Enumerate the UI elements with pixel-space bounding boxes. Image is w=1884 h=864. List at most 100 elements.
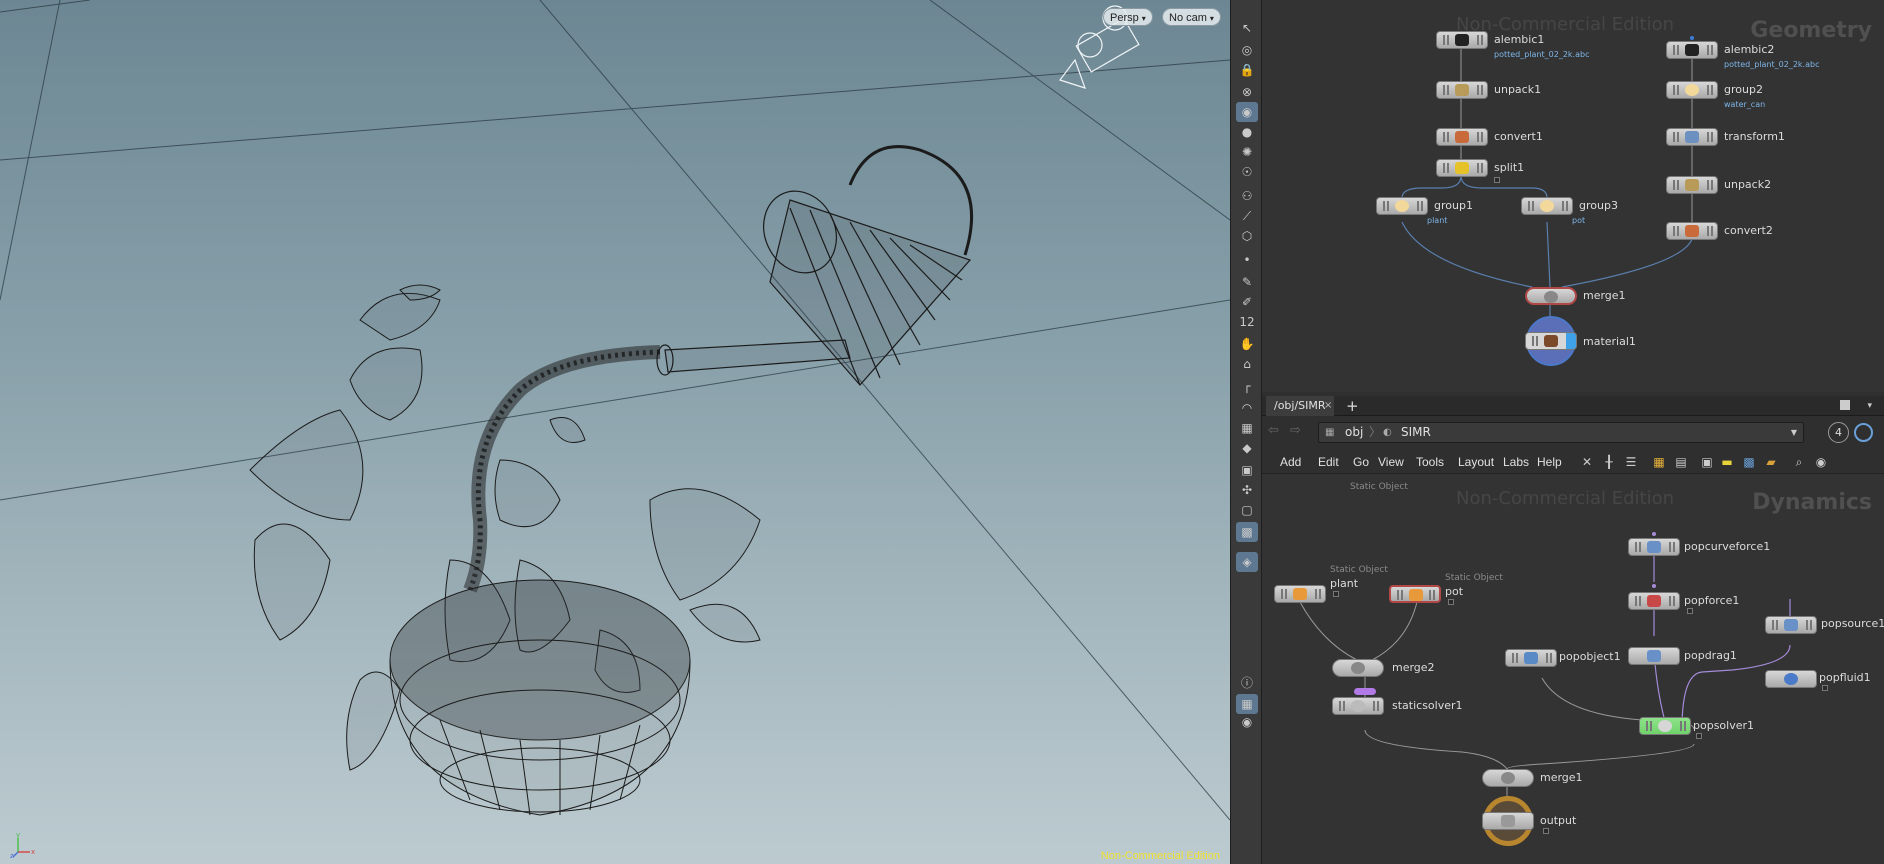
pane-menu-icon[interactable]: ▾ — [1867, 396, 1872, 416]
geometry-network-pane[interactable]: Non-Commercial Edition Geometry alembic1… — [1262, 0, 1884, 392]
node-group3[interactable] — [1521, 197, 1573, 215]
node-popsource1[interactable] — [1765, 616, 1817, 634]
node-popsolver1[interactable] — [1639, 717, 1691, 735]
search-icon[interactable]: ⌕ — [1792, 455, 1806, 469]
wrench-icon[interactable]: ✕ — [1580, 455, 1594, 469]
grid-icon[interactable]: ▦ — [1652, 455, 1666, 469]
pin-number-badge[interactable]: 4 — [1828, 422, 1849, 443]
render-icon[interactable]: ▩ — [1236, 522, 1258, 542]
chevron-down-icon: ▾ — [1141, 14, 1146, 23]
info-icon[interactable]: ⓘ — [1236, 672, 1258, 692]
pin-icon[interactable]: ◈ — [1236, 552, 1258, 572]
fluid-icon — [1784, 673, 1798, 685]
view-icon[interactable]: ◎ — [1236, 40, 1258, 60]
eye-icon[interactable]: ◉ — [1814, 455, 1828, 469]
node-staticsolver1[interactable] — [1332, 697, 1384, 715]
add-tab-icon[interactable]: + — [1346, 396, 1359, 416]
light-icon[interactable]: ● — [1236, 122, 1258, 142]
node-label-unpack1: unpack1 — [1494, 83, 1542, 96]
breadcrumb-simr[interactable]: SIMR — [1401, 423, 1431, 442]
close-tab-icon[interactable]: × — [1324, 396, 1332, 416]
node-unpack2[interactable] — [1666, 176, 1718, 194]
scene-viewport[interactable]: Persp ▾ No cam ▾ y x z Non-Commercial Edit… — [0, 0, 1230, 864]
sticky-note-icon[interactable]: ▬ — [1720, 455, 1734, 469]
node-group1[interactable] — [1376, 197, 1428, 215]
select-icon[interactable]: ↖ — [1236, 18, 1258, 38]
forward-arrow-icon[interactable]: ⇨ — [1290, 423, 1301, 438]
breadcrumb-obj[interactable]: obj — [1345, 423, 1363, 442]
node-unpack1[interactable] — [1436, 81, 1488, 99]
stamp-icon[interactable]: ⌂ — [1236, 354, 1258, 374]
node-merge1-dop[interactable] — [1482, 769, 1534, 787]
image-icon[interactable]: ▣ — [1700, 455, 1714, 469]
node-label-popsource1: popsource1 — [1821, 617, 1884, 630]
node-group2[interactable] — [1666, 81, 1718, 99]
node-pot[interactable] — [1389, 585, 1441, 603]
node-output[interactable] — [1482, 812, 1534, 830]
node-merge1[interactable] — [1525, 287, 1577, 305]
axis-gizmo-icon: y x z — [10, 832, 35, 858]
layout-icon[interactable]: ▦ — [1236, 694, 1258, 714]
table-icon[interactable]: ▤ — [1674, 455, 1688, 469]
node-merge2[interactable] — [1332, 659, 1384, 677]
knife-icon[interactable]: ✎ — [1236, 272, 1258, 292]
breadcrumb-separator-icon: 〉 — [1369, 425, 1382, 439]
persp-menu-button[interactable]: Persp ▾ — [1103, 8, 1153, 26]
grid-icon[interactable]: ▦ — [1236, 418, 1258, 438]
lattice-icon[interactable]: ◆ — [1236, 438, 1258, 458]
network-path-field[interactable]: ▦ obj 〉 ◐ SIMR ▼ — [1318, 422, 1804, 443]
palette-icon[interactable]: ▰ — [1764, 455, 1778, 469]
eye-icon[interactable]: ◉ — [1236, 712, 1258, 732]
menu-go[interactable]: Go — [1353, 450, 1369, 474]
node-split1[interactable] — [1436, 159, 1488, 177]
background-image-icon[interactable]: ▩ — [1742, 455, 1756, 469]
image-icon[interactable]: ▣ — [1236, 460, 1258, 480]
camera-menu-button[interactable]: No cam ▾ — [1162, 8, 1221, 26]
dynamics-network-pane[interactable]: Non-Commercial Edition Dynamics Static O… — [1262, 474, 1884, 864]
menu-layout[interactable]: Layout — [1458, 450, 1494, 474]
node-popfluid1[interactable] — [1765, 670, 1817, 688]
cube-icon[interactable]: ⬡ — [1236, 226, 1258, 246]
pane-options-icon[interactable] — [1840, 400, 1850, 410]
number-icon[interactable]: 12 — [1236, 312, 1258, 332]
tree-icon[interactable]: ╂ — [1602, 455, 1616, 469]
link-icon[interactable] — [1854, 423, 1873, 442]
menu-edit[interactable]: Edit — [1318, 450, 1339, 474]
dot-icon[interactable]: • — [1236, 250, 1258, 270]
transform-icon — [1685, 131, 1699, 143]
node-transform1[interactable] — [1666, 128, 1718, 146]
menu-labs[interactable]: Labs — [1503, 450, 1529, 474]
handle-icon[interactable]: ⚇ — [1236, 186, 1258, 206]
menu-add[interactable]: Add — [1280, 450, 1301, 474]
node-convert1[interactable] — [1436, 128, 1488, 146]
node-popobject1[interactable] — [1505, 649, 1557, 667]
node-material1[interactable] — [1525, 332, 1577, 350]
node-popcurveforce1[interactable] — [1628, 538, 1680, 556]
snap-icon[interactable]: ⊗ — [1236, 82, 1258, 102]
pose-icon[interactable]: ☉ — [1236, 162, 1258, 182]
node-popforce1[interactable] — [1628, 592, 1680, 610]
node-plant[interactable] — [1274, 585, 1326, 603]
pen-icon[interactable]: ✐ — [1236, 292, 1258, 312]
lock-icon[interactable]: 🔒 — [1236, 60, 1258, 80]
ruler-icon[interactable]: ┌ — [1236, 376, 1258, 396]
node-alembic2[interactable] — [1666, 41, 1718, 59]
pivot-icon[interactable]: ✣ — [1236, 480, 1258, 500]
node-convert2[interactable] — [1666, 222, 1718, 240]
light2-icon[interactable]: ✺ — [1236, 142, 1258, 162]
static-object-icon — [1409, 589, 1423, 601]
node-popdrag1[interactable] — [1628, 647, 1680, 665]
node-alembic1[interactable] — [1436, 31, 1488, 49]
menu-tools[interactable]: Tools — [1416, 450, 1444, 474]
menu-help[interactable]: Help — [1537, 450, 1562, 474]
persp-label: Persp — [1110, 12, 1139, 24]
list-icon[interactable]: ☰ — [1624, 455, 1638, 469]
angle-icon[interactable]: ◠ — [1236, 398, 1258, 418]
back-arrow-icon[interactable]: ⇦ — [1268, 423, 1279, 438]
camera-icon[interactable]: ◉ — [1236, 102, 1258, 122]
menu-view[interactable]: View — [1378, 450, 1404, 474]
paint-icon[interactable]: ✋ — [1236, 334, 1258, 354]
brush-icon[interactable]: ⟋ — [1236, 206, 1258, 226]
box-icon[interactable]: ▢ — [1236, 500, 1258, 520]
chevron-down-icon[interactable]: ▼ — [1791, 423, 1797, 442]
